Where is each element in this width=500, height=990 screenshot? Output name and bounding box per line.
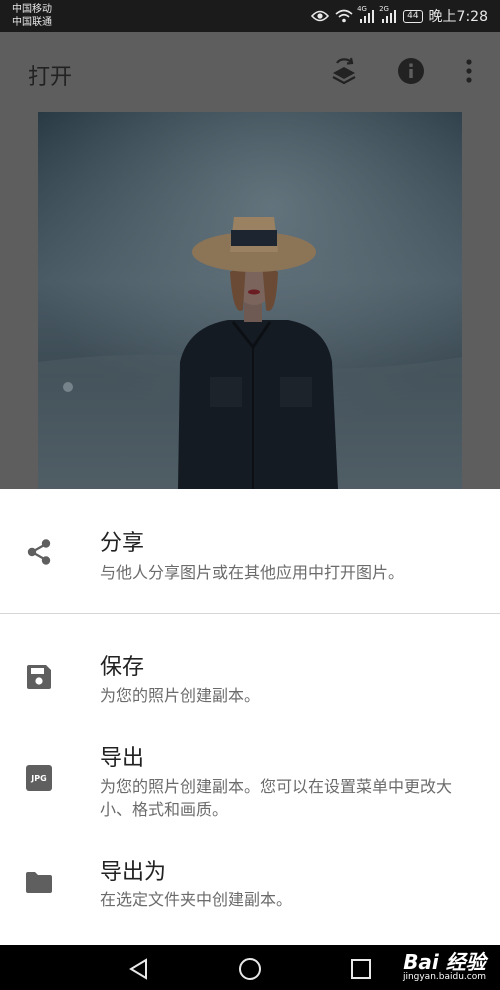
export-as-title: 导出为 <box>100 860 167 885</box>
eye-icon <box>311 10 330 22</box>
photo-preview-area <box>0 112 500 489</box>
folder-icon <box>24 867 54 897</box>
export-as-description: 在选定文件夹中创建副本。 <box>100 890 293 909</box>
carrier-info: 中国移动 中国联通 <box>12 3 52 29</box>
save-option[interactable]: 保存 为您的照片创建副本。 <box>0 614 500 709</box>
watermark-brand: Bai 经验 <box>403 950 486 974</box>
save-description: 为您的照片创建副本。 <box>100 686 261 705</box>
share-title: 分享 <box>100 531 145 556</box>
jpg-icon-text: JPG <box>31 773 47 783</box>
photo-preview <box>38 112 462 489</box>
clock: 晚上7:28 <box>428 9 488 25</box>
export-title: 导出 <box>100 746 145 771</box>
back-icon[interactable] <box>127 957 151 981</box>
export-description: 为您的照片创建副本。您可以在设置菜单中更改大小、格式和画质。 <box>100 777 453 819</box>
info-icon[interactable] <box>396 56 426 86</box>
export-option[interactable]: JPG 导出 为您的照片创建副本。您可以在设置菜单中更改大小、格式和画质。 <box>0 719 500 834</box>
share-description: 与他人分享图片或在其他应用中打开图片。 <box>100 563 405 582</box>
more-vert-icon[interactable] <box>454 56 484 86</box>
signal-icon: 4G <box>357 5 375 23</box>
export-as-option[interactable]: 导出为 在选定文件夹中创建副本。 <box>0 839 500 939</box>
home-icon[interactable] <box>238 957 262 981</box>
status-icons: 4G 2G 44 晚上7:28 <box>311 0 488 32</box>
jpg-icon-box: JPG <box>26 765 52 791</box>
carrier-2: 中国联通 <box>12 17 52 28</box>
carrier-1: 中国移动 <box>12 4 52 15</box>
save-icon <box>24 662 54 692</box>
save-title: 保存 <box>100 655 145 680</box>
recents-icon[interactable] <box>349 957 373 981</box>
status-bar: 中国移动 中国联通 4G 2G 44 晚上7:28 <box>0 0 500 32</box>
signal-label: 4G <box>357 4 367 13</box>
app-bar: 打开 <box>0 32 500 112</box>
navigation-bar: Bai 经验 jingyan.baidu.com <box>0 945 500 990</box>
layers-icon[interactable] <box>329 56 359 86</box>
watermark-url: jingyan.baidu.com <box>402 972 486 982</box>
battery-icon: 44 <box>403 9 423 23</box>
signal-label: 2G <box>379 4 389 13</box>
share-option[interactable]: 分享 与他人分享图片或在其他应用中打开图片。 <box>0 489 500 613</box>
wifi-icon <box>335 9 353 23</box>
share-bottom-sheet: 分享 与他人分享图片或在其他应用中打开图片。 保存 为您的照片创建副本。 JPG… <box>0 489 500 945</box>
jpg-icon: JPG <box>24 763 54 793</box>
share-icon <box>24 537 54 567</box>
baidu-watermark: Bai 经验 jingyan.baidu.com <box>403 952 486 983</box>
page-title: 打开 <box>28 65 73 90</box>
signal-icon: 2G <box>379 5 397 23</box>
